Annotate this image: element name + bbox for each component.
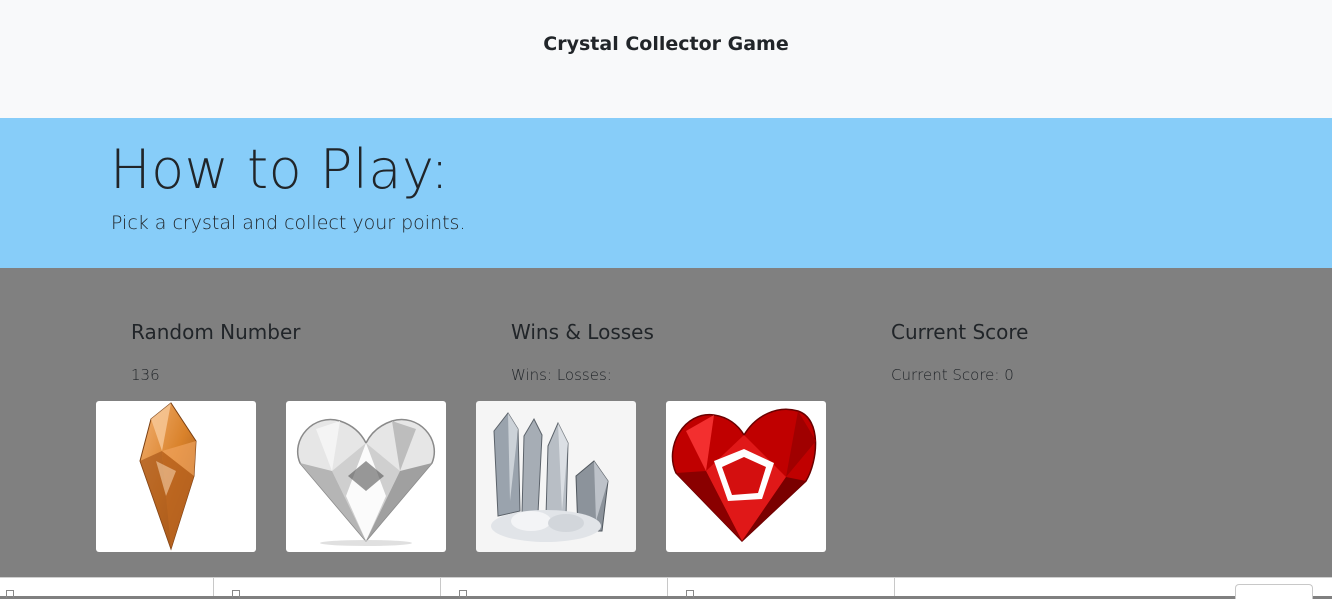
quartz-cluster-icon <box>491 412 609 542</box>
orange-crystal-icon <box>139 402 197 551</box>
taskbar-item[interactable] <box>214 578 441 598</box>
file-icon <box>6 590 14 598</box>
random-number-heading: Random Number <box>131 320 301 344</box>
file-icon <box>459 590 467 598</box>
wins-losses-text: Wins: Losses: <box>511 366 612 384</box>
how-to-play-description: Pick a crystal and collect your points. <box>111 212 466 234</box>
diamond-heart-icon <box>297 418 435 546</box>
current-score-text: Current Score: 0 <box>891 366 1014 384</box>
taskbar-item[interactable] <box>441 578 668 598</box>
game-area: Random Number 136 Wins & Losses Wins: Lo… <box>0 268 1332 577</box>
file-icon <box>686 590 694 598</box>
current-score-heading: Current Score <box>891 320 1029 344</box>
wins-losses-heading: Wins & Losses <box>511 320 654 344</box>
random-number-panel: Random Number 136 <box>131 320 491 384</box>
how-to-play-title: How to Play: <box>110 138 450 201</box>
navbar-title: Crystal Collector Game <box>543 33 789 55</box>
ruby-heart-icon <box>671 408 817 543</box>
taskbar <box>0 577 1332 599</box>
current-score-panel: Current Score Current Score: 0 <box>891 320 1251 384</box>
navbar: Crystal Collector Game <box>0 0 1332 118</box>
crystal-button-quartz[interactable] <box>476 401 636 552</box>
crystal-button-orange[interactable] <box>96 401 256 552</box>
crystal-button-diamond[interactable] <box>286 401 446 552</box>
taskbar-item[interactable] <box>668 578 895 598</box>
crystal-button-ruby[interactable] <box>666 401 826 552</box>
file-icon <box>232 590 240 598</box>
how-to-play-banner: How to Play: Pick a crystal and collect … <box>0 118 1332 268</box>
wins-losses-panel: Wins & Losses Wins: Losses: <box>511 320 871 384</box>
taskbar-button[interactable] <box>1235 584 1313 599</box>
random-number-value: 136 <box>131 366 160 384</box>
taskbar-item[interactable] <box>0 578 214 598</box>
